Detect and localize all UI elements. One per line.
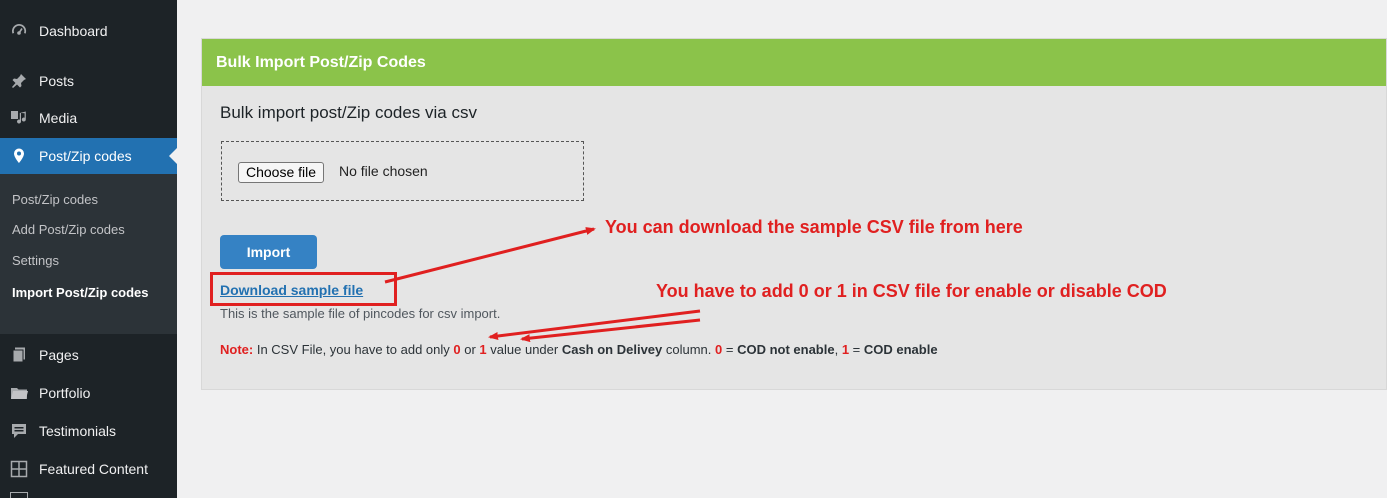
sidebar-item-label: Posts (39, 73, 75, 89)
sidebar-item-post-zip-codes[interactable]: Post/Zip codes (0, 138, 177, 174)
sidebar-item-label: Pages (39, 347, 79, 363)
sidebar-item-label: Media (39, 110, 78, 126)
sidebar-item-label: Portfolio (39, 385, 91, 401)
bulk-import-panel: Bulk Import Post/Zip Codes Bulk import p… (201, 38, 1387, 390)
dashboard-icon (10, 22, 28, 40)
sidebar-item-portfolio[interactable]: Portfolio (0, 375, 177, 411)
pages-icon (10, 346, 28, 364)
sidebar-item-testimonials[interactable]: Testimonials (0, 413, 177, 449)
note-one: 1 (841, 342, 850, 357)
admin-sidebar: Dashboard Posts Media Post/Zip codes Pos… (0, 0, 177, 498)
note-cod-not-enable: COD not enable (737, 342, 835, 357)
submenu-item-add-post-zip-codes[interactable]: Add Post/Zip codes (12, 219, 125, 240)
sidebar-item-label: Dashboard (39, 23, 108, 39)
submenu-item-import-post-zip-codes[interactable]: Import Post/Zip codes (12, 282, 162, 303)
note-text: value under (486, 342, 562, 357)
import-button[interactable]: Import (220, 235, 317, 269)
note-text: column. (662, 342, 716, 357)
note-column-name: Cash on Delivey (561, 342, 663, 357)
sidebar-item-label: Testimonials (39, 423, 117, 439)
note-text: = (722, 342, 738, 357)
sidebar-item-label: Post/Zip codes (39, 148, 132, 164)
submenu-item-settings[interactable]: Settings (12, 250, 59, 271)
annotation-download-callout: You can download the sample CSV file fro… (605, 217, 1023, 237)
csv-note: Note: In CSV File, you have to add only … (220, 342, 938, 357)
panel-subtitle: Bulk import post/Zip codes via csv (220, 103, 477, 122)
folder-icon (10, 384, 28, 402)
choose-file-button[interactable]: Choose file (238, 162, 325, 183)
panel-header: Bulk Import Post/Zip Codes (202, 39, 1386, 86)
sample-file-description: This is the sample file of pincodes for … (220, 306, 501, 321)
sidebar-item-label: Featured Content (39, 461, 148, 477)
next-menu-icon (10, 492, 28, 498)
note-label: Note: (220, 342, 254, 357)
pin-icon (10, 72, 28, 90)
no-file-chosen-text: No file chosen (339, 163, 428, 179)
note-cod-enable: COD enable (863, 342, 938, 357)
note-zero: 0 (453, 342, 461, 357)
sidebar-item-dashboard[interactable]: Dashboard (0, 13, 177, 49)
sidebar-item-posts[interactable]: Posts (0, 63, 177, 99)
testimonial-icon (10, 422, 28, 440)
annotation-cod-callout: You have to add 0 or 1 in CSV file for e… (656, 281, 1167, 301)
media-icon (10, 109, 28, 127)
sidebar-item-pages[interactable]: Pages (0, 337, 177, 373)
note-one: 1 (479, 342, 487, 357)
note-text: or (460, 342, 480, 357)
download-sample-file-link[interactable]: Download sample file (220, 282, 363, 298)
location-pin-icon (10, 147, 28, 165)
note-text: = (849, 342, 864, 357)
grid-icon (10, 460, 28, 478)
file-upload-area: Choose file No file chosen (221, 141, 584, 201)
sidebar-item-media[interactable]: Media (0, 100, 177, 136)
submenu-item-post-zip-codes[interactable]: Post/Zip codes (12, 189, 98, 210)
note-text: , (834, 342, 842, 357)
note-text: In CSV File, you have to add only (253, 342, 454, 357)
sidebar-item-featured-content[interactable]: Featured Content (0, 451, 177, 487)
submenu: Post/Zip codes Add Post/Zip codes Settin… (0, 174, 177, 334)
